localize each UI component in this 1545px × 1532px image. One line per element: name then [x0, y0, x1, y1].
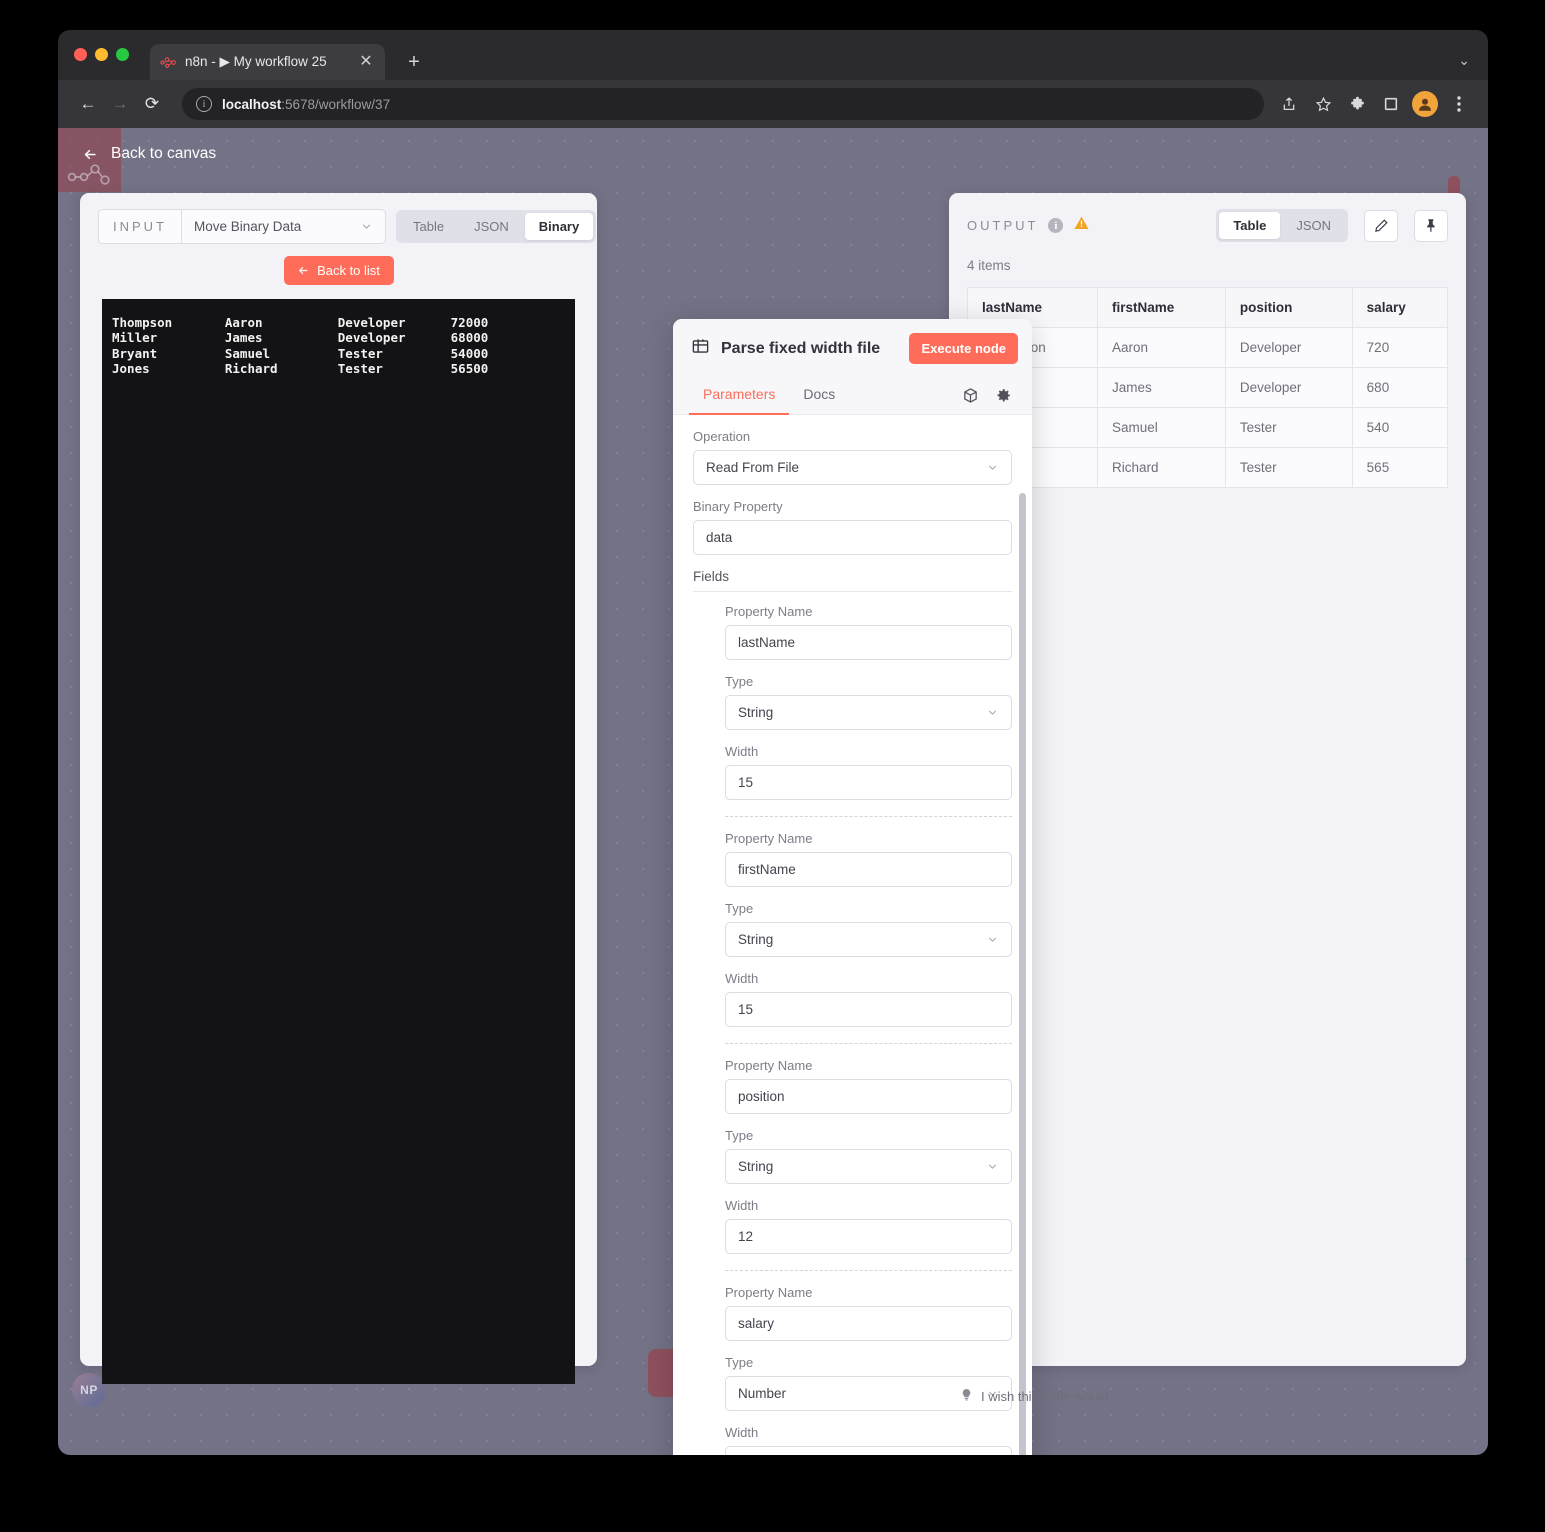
url-bar[interactable]: i localhost:5678/workflow/37 [182, 88, 1264, 120]
back-to-list-button[interactable]: Back to list [283, 256, 394, 285]
browser-addressbar: ← → ⟳ i localhost:5678/workflow/37 [58, 80, 1488, 128]
back-button[interactable]: ← [72, 88, 104, 120]
app-viewport: Back to canvas NP INPUT Move Binary Data… [58, 128, 1488, 1455]
node-feedback-bar[interactable]: I wish this node would... [960, 1387, 1119, 1405]
output-panel-header: OUTPUT i Table JSON [949, 193, 1466, 242]
browser-tab-title: n8n - ▶ My workflow 25 [185, 54, 327, 69]
input-node-select[interactable]: Move Binary Data [182, 210, 385, 243]
input-node-name: Move Binary Data [194, 219, 302, 234]
reload-button[interactable]: ⟳ [136, 88, 168, 120]
avatar [1412, 91, 1438, 117]
chrome-menu-icon[interactable] [1444, 89, 1474, 119]
cell-firstname: Aaron [1096, 327, 1226, 368]
chevron-down-icon [360, 220, 373, 233]
profile-avatar-icon[interactable] [1410, 89, 1440, 119]
user-avatar[interactable]: NP [72, 1373, 106, 1407]
cell-salary: 680 [1351, 367, 1449, 408]
input-tab-table[interactable]: Table [399, 213, 458, 240]
arrow-left-icon [84, 149, 96, 159]
table-header-row: lastName firstName position salary [967, 287, 1449, 328]
pencil-edit-icon[interactable] [1364, 209, 1398, 242]
browser-tab[interactable]: n8n - ▶ My workflow 25 ✕ [150, 44, 385, 80]
close-tab-icon[interactable]: ✕ [357, 54, 375, 70]
back-to-canvas-bar: Back to canvas [58, 128, 1488, 192]
input-panel: INPUT Move Binary Data Table JSON Binary [80, 193, 597, 1384]
binary-data-view: Thompson Aaron Developer 72000 Miller Ja… [102, 299, 575, 1384]
cell-position: Developer [1224, 367, 1353, 408]
output-view-mode-switch: Table JSON [1216, 209, 1348, 242]
browser-window: n8n - ▶ My workflow 25 ✕ + ⌄ ← → ⟳ i loc… [58, 30, 1488, 1455]
input-panel-header: INPUT Move Binary Data Table JSON Binary [80, 193, 597, 244]
url-host: localhost [222, 96, 282, 112]
cell-position: Tester [1224, 447, 1353, 488]
column-header-salary[interactable]: salary [1351, 287, 1449, 328]
cell-lastname: Thompson [967, 327, 1098, 368]
extension-puzzle-icon[interactable] [1342, 89, 1372, 119]
input-tab-json[interactable]: JSON [460, 213, 523, 240]
back-to-canvas-label: Back to canvas [111, 145, 217, 162]
table-row: Thompson Aaron Developer 720 [967, 327, 1449, 368]
cell-salary: 540 [1351, 407, 1449, 448]
n8n-logo-icon [160, 54, 177, 71]
input-source-selector[interactable]: INPUT Move Binary Data [98, 209, 386, 244]
column-header-firstname[interactable]: firstName [1096, 287, 1226, 328]
maximize-window-button[interactable] [116, 48, 129, 61]
ghost-stop-button [848, 1349, 892, 1397]
browser-toolbar-icons [1274, 89, 1474, 119]
output-panel: OUTPUT i Table JSON 4 items lastName fir… [949, 193, 1466, 1366]
forward-button[interactable]: → [104, 88, 136, 120]
column-header-lastname[interactable]: lastName [967, 287, 1098, 328]
browser-titlebar: n8n - ▶ My workflow 25 ✕ + ⌄ [58, 30, 1488, 80]
lightbulb-icon [960, 1387, 973, 1405]
info-circle-icon[interactable]: i [1048, 218, 1064, 233]
back-to-list-label: Back to list [317, 263, 380, 278]
new-tab-button[interactable]: + [403, 52, 425, 72]
close-window-button[interactable] [74, 48, 87, 61]
table-row: Bryant Samuel Tester 540 [967, 407, 1449, 448]
bookmark-star-icon[interactable] [1308, 89, 1338, 119]
input-label: INPUT [99, 210, 182, 243]
chevron-down-icon[interactable]: ⌄ [1458, 52, 1470, 69]
output-items-count: 4 items [967, 258, 1011, 273]
cell-firstname: Richard [1096, 447, 1226, 488]
table-row: Miller James Developer 680 [967, 367, 1449, 408]
minimize-window-button[interactable] [95, 48, 108, 61]
cell-salary: 720 [1351, 327, 1449, 368]
back-to-canvas-button[interactable]: Back to canvas [82, 145, 216, 163]
ghost-run-button [648, 1349, 836, 1397]
cell-position: Developer [1224, 327, 1353, 368]
table-row: Jones Richard Tester 565 [967, 447, 1449, 488]
cell-lastname: Jones [967, 447, 1098, 488]
url-text: localhost:5678/workflow/37 [222, 97, 390, 112]
cell-firstname: James [1096, 367, 1226, 408]
output-tab-json[interactable]: JSON [1282, 212, 1345, 239]
url-path: :5678/workflow/37 [281, 96, 391, 112]
input-view-mode-switch: Table JSON Binary [396, 210, 597, 243]
output-table: lastName firstName position salary Thomp… [967, 287, 1449, 488]
warning-triangle-icon[interactable] [1073, 215, 1090, 236]
window-traffic-lights [74, 48, 129, 61]
output-tab-table[interactable]: Table [1219, 212, 1281, 239]
wish-text: I wish this node would... [981, 1388, 1120, 1404]
ghost-execute-workflow-button [648, 1349, 892, 1397]
cell-position: Tester [1224, 407, 1353, 448]
cell-lastname: Miller [967, 367, 1098, 408]
cell-salary: 565 [1351, 447, 1449, 488]
cell-firstname: Samuel [1096, 407, 1226, 448]
cell-lastname: Bryant [967, 407, 1098, 448]
share-icon[interactable] [1274, 89, 1304, 119]
side-panel-icon[interactable] [1376, 89, 1406, 119]
pin-icon[interactable] [1414, 209, 1448, 242]
output-label: OUTPUT [967, 218, 1039, 233]
site-info-icon[interactable]: i [196, 96, 212, 112]
column-header-position[interactable]: position [1224, 287, 1353, 328]
arrow-left-icon [298, 266, 308, 275]
input-tab-binary[interactable]: Binary [524, 213, 594, 240]
